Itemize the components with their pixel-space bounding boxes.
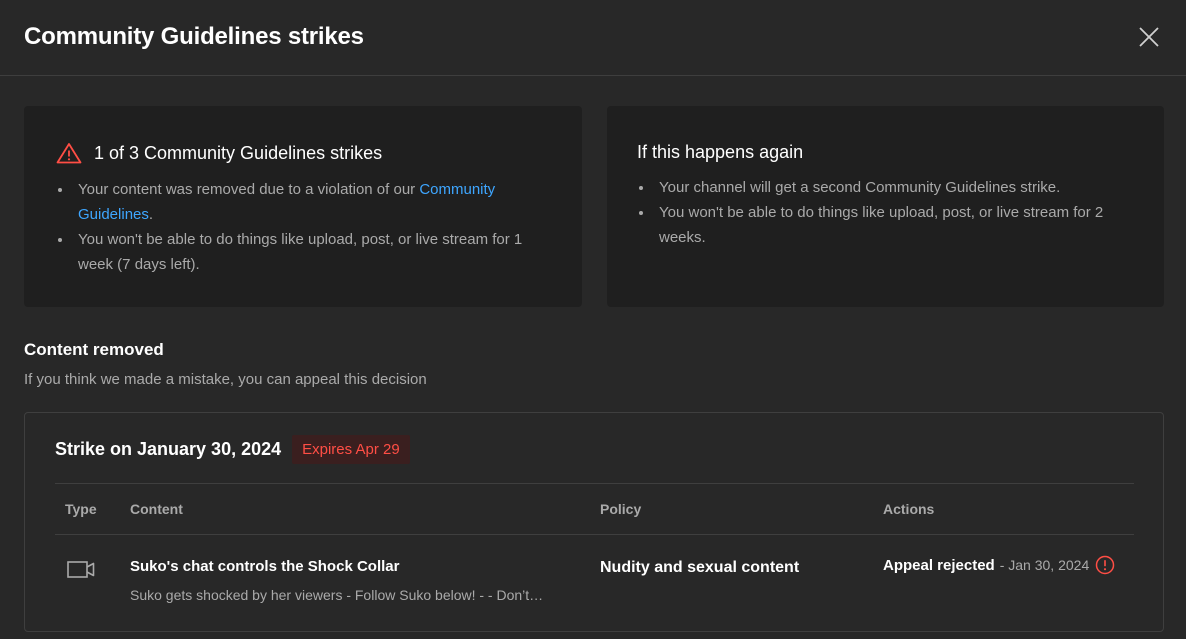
bullet-item: Your content was removed due to a violat… <box>58 177 558 227</box>
policy-value: Nudity and sexual content <box>600 559 800 576</box>
bullet-item: You won't be able to do things like uplo… <box>639 200 1149 250</box>
info-icon[interactable] <box>1095 555 1115 575</box>
close-icon <box>1139 27 1159 47</box>
current-strike-card: 1 of 3 Community Guidelines strikes Your… <box>24 106 582 307</box>
content-description: Suko gets shocked by her viewers - Follo… <box>130 587 544 603</box>
action-cell: Appeal rejected - Jan 30, 2024 <box>883 555 1115 575</box>
bullet-text: Your content was removed due to a violat… <box>78 181 420 198</box>
next-strike-header: If this happens again <box>637 142 803 163</box>
content-removed-subtitle: If you think we made a mistake, you can … <box>24 371 427 388</box>
table-divider <box>55 534 1134 535</box>
column-header-policy: Policy <box>600 501 642 517</box>
next-strike-card: If this happens again Your channel will … <box>607 106 1164 307</box>
video-camera-icon <box>67 561 95 578</box>
expires-badge: Expires Apr 29 <box>292 435 410 464</box>
dialog-title: Community Guidelines strikes <box>24 23 364 50</box>
bullet-text-end: . <box>148 206 154 223</box>
strike-header: Strike on January 30, 2024 Expires Apr 2… <box>55 435 410 464</box>
table-divider <box>55 483 1134 484</box>
bullet-item: Your channel will get a second Community… <box>639 175 1149 200</box>
current-strike-title: 1 of 3 Community Guidelines strikes <box>94 142 383 163</box>
column-header-content: Content <box>130 501 183 517</box>
content-title[interactable]: Suko's chat controls the Shock Collar <box>130 558 399 575</box>
appeal-date: - Jan 30, 2024 <box>999 557 1090 573</box>
strike-panel: Strike on January 30, 2024 Expires Apr 2… <box>24 412 1164 632</box>
close-button[interactable] <box>1132 20 1166 54</box>
warning-triangle-icon <box>56 142 82 164</box>
next-strike-title: If this happens again <box>637 142 804 162</box>
dialog-header: Community Guidelines strikes <box>0 0 1186 76</box>
current-strike-bullets: Your content was removed due to a violat… <box>58 177 558 277</box>
appeal-status: Appeal rejected <box>883 556 995 574</box>
column-header-type: Type <box>65 501 97 517</box>
content-removed-title: Content removed <box>24 340 164 359</box>
strike-title: Strike on January 30, 2024 <box>55 439 282 459</box>
bullet-item: You won't be able to do things like uplo… <box>58 227 558 277</box>
current-strike-header: 1 of 3 Community Guidelines strikes <box>56 142 382 164</box>
column-header-actions: Actions <box>883 501 935 517</box>
next-strike-bullets: Your channel will get a second Community… <box>639 175 1149 250</box>
